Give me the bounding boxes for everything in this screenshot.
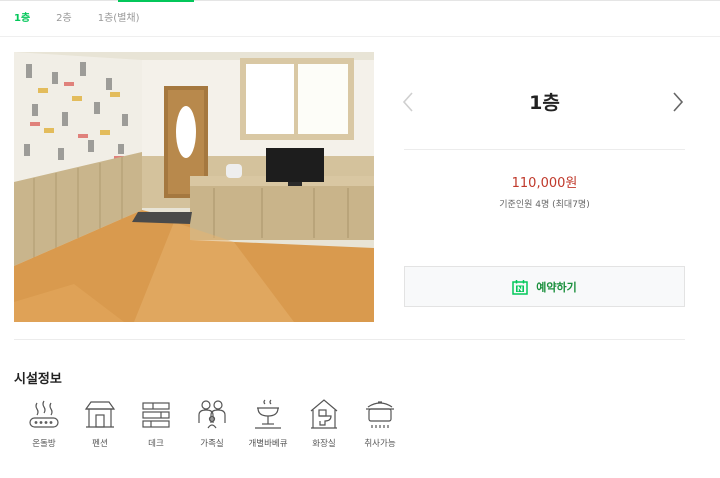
- facility-label: 화장실: [312, 439, 336, 449]
- tab-floor-2[interactable]: 2층: [56, 12, 72, 28]
- facility-section-title: 시설정보: [14, 372, 62, 387]
- facility-item: 취사가능: [352, 397, 408, 449]
- room-photo[interactable]: [14, 52, 374, 322]
- facility-item: 펜션: [72, 397, 128, 449]
- facility-label: 취사가능: [364, 439, 396, 449]
- info-divider: [404, 149, 685, 150]
- facility-item: 화장실: [296, 397, 352, 449]
- facility-item: 개별바베큐: [240, 397, 296, 449]
- reserve-button[interactable]: 예약하기: [404, 266, 685, 307]
- top-divider: [0, 0, 720, 1]
- section-divider: [14, 339, 685, 340]
- facility-item: 온돌방: [16, 397, 72, 449]
- ondol-floor-icon: [29, 400, 59, 428]
- reserve-label: 예약하기: [536, 280, 577, 294]
- facility-item: 가족실: [184, 397, 240, 449]
- pension-house-icon: [84, 401, 116, 428]
- room-capacity: 기준인원 4명 (최대7명): [499, 200, 590, 210]
- top-accent-bar: [118, 0, 194, 2]
- facility-item: 데크: [128, 397, 184, 449]
- room-price: 110,000원: [511, 176, 578, 191]
- chevron-left-icon[interactable]: [400, 90, 416, 114]
- tab-floor-1-annex[interactable]: 1층(별채): [98, 12, 140, 28]
- room-photo-image: [14, 52, 374, 322]
- facility-label: 가족실: [200, 439, 224, 449]
- family-room-icon: [198, 400, 226, 429]
- facility-label: 개별바베큐: [248, 439, 288, 449]
- facility-label: 데크: [148, 439, 164, 449]
- cooking-pot-icon: [366, 401, 394, 428]
- naver-calendar-icon: [512, 279, 528, 295]
- room-title: 1층: [529, 92, 560, 114]
- deck-icon: [142, 402, 170, 428]
- tabs-divider: [0, 36, 720, 37]
- tab-floor-1[interactable]: 1층: [14, 12, 30, 28]
- room-tabs: 1층 2층 1층(별채): [14, 12, 166, 28]
- facility-label: 온돌방: [32, 439, 56, 449]
- facility-list: 온돌방 펜션 데크 가족실 개별바베큐 화장실 취사가능: [16, 397, 408, 449]
- bbq-grill-icon: [255, 399, 281, 429]
- facility-label: 펜션: [92, 439, 108, 449]
- toilet-icon: [310, 399, 338, 429]
- chevron-right-icon[interactable]: [670, 90, 686, 114]
